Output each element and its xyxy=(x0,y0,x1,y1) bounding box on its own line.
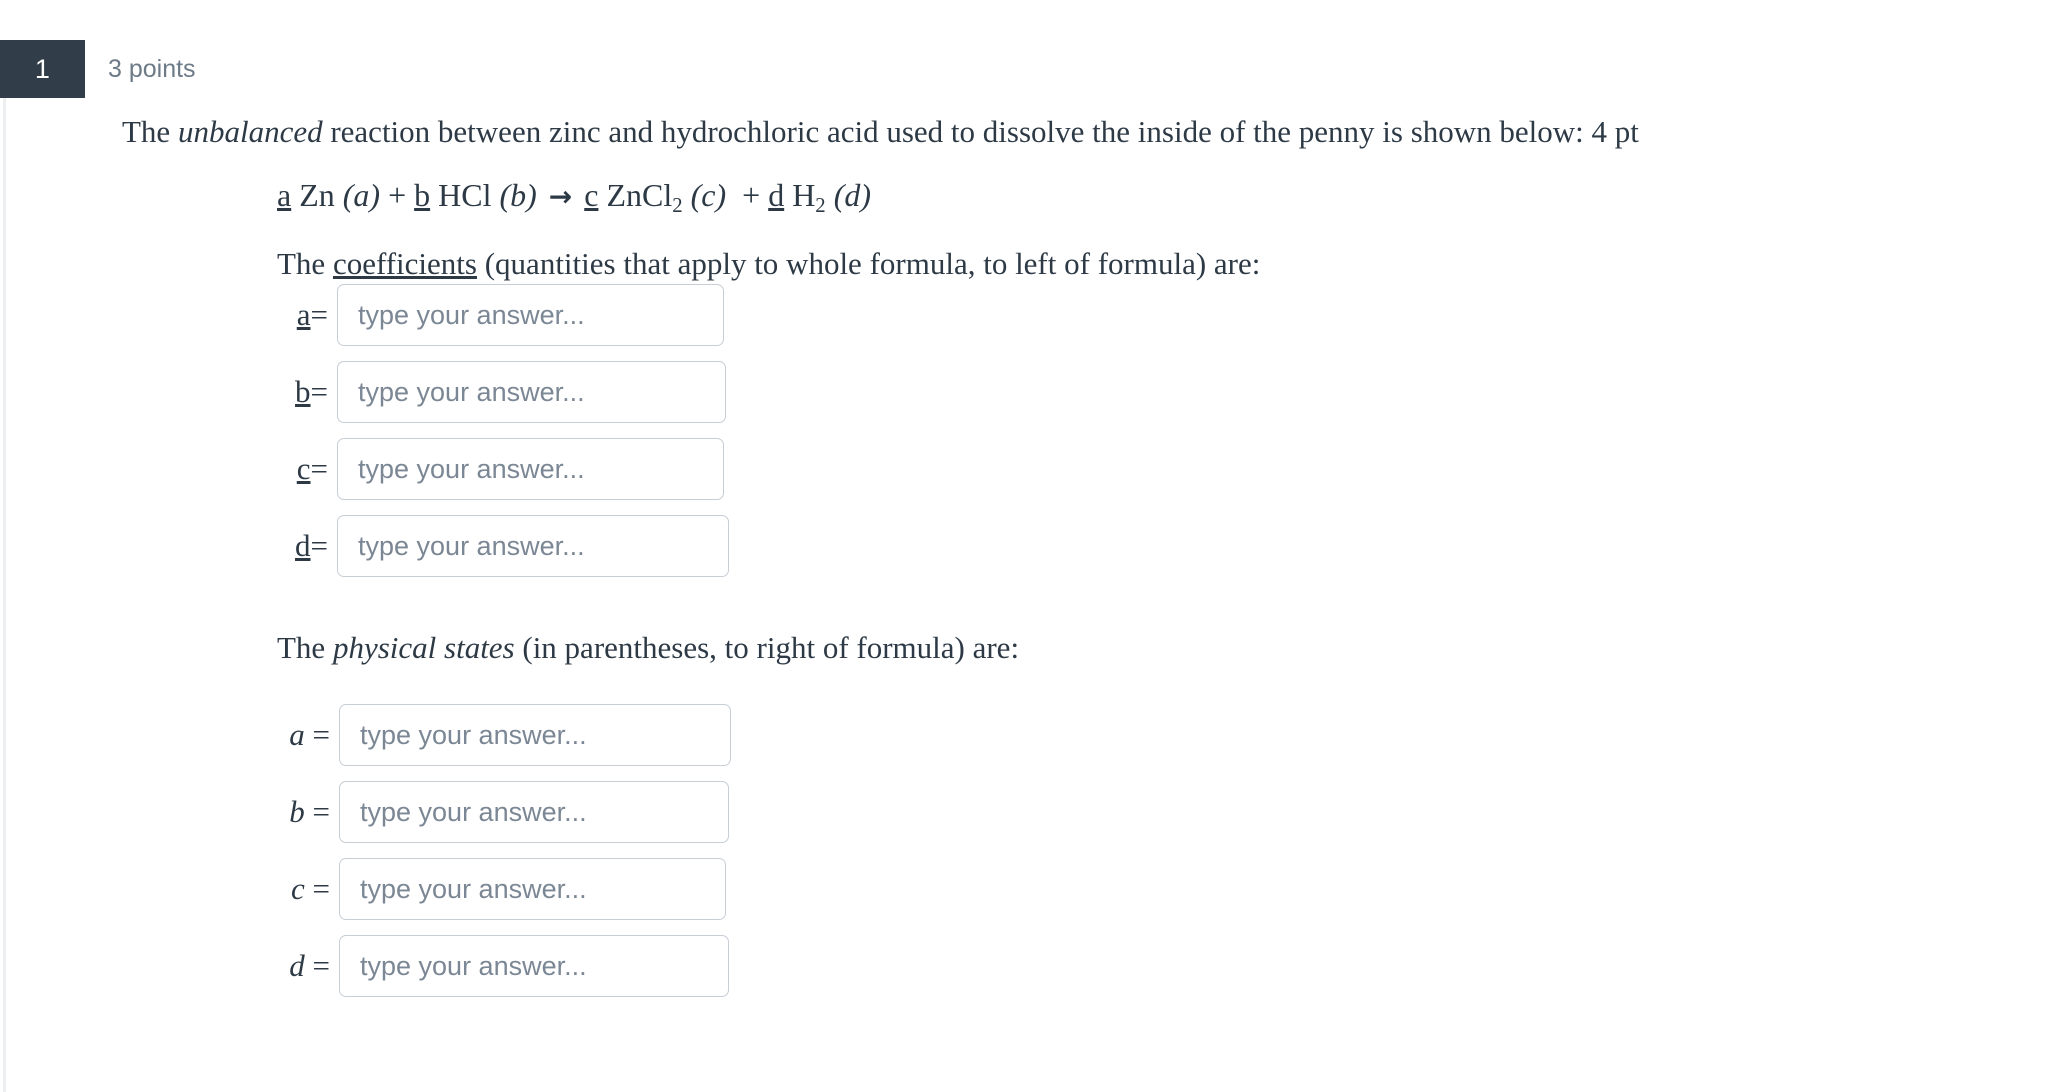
coefficient-row-c: c= xyxy=(277,438,724,500)
coefficient-label-d-letter: d xyxy=(295,528,311,563)
coefficient-input-c[interactable] xyxy=(337,438,724,500)
equation-coefficient-d: d xyxy=(768,177,785,213)
states-heading-keyword: physical states xyxy=(332,630,515,665)
state-label-d-letter: d xyxy=(289,948,305,983)
question-prompt-text: The unbalanced reaction between zinc and… xyxy=(122,112,1639,152)
state-label-a: a = xyxy=(277,717,339,753)
chemical-equation: a Zn (a) + b HCl (b) → c ZnCl2 (c) + d H… xyxy=(277,175,871,219)
coefficient-row-d: d= xyxy=(277,515,729,577)
equation-coefficient-c: c xyxy=(584,177,599,213)
coefficient-input-d[interactable] xyxy=(337,515,729,577)
coefficient-input-a[interactable] xyxy=(337,284,724,346)
equation-plus-1: + xyxy=(388,177,407,213)
prompt-text-part-2: reaction between zinc and hydrochloric a… xyxy=(322,114,1639,149)
equation-product-h2: H xyxy=(792,177,816,213)
state-row-b: b = xyxy=(277,781,729,843)
state-label-b: b = xyxy=(277,794,339,830)
states-heading-part-2: (in parentheses, to right of formula) ar… xyxy=(514,630,1020,665)
coefficient-label-c: c= xyxy=(277,451,337,487)
equation-product-zncl2-subscript: 2 xyxy=(672,193,683,217)
state-input-a[interactable] xyxy=(339,704,731,766)
coefficient-label-b-letter: b xyxy=(295,374,311,409)
state-label-c: c = xyxy=(277,871,339,907)
coefficients-heading-part-2: (quantities that apply to whole formula,… xyxy=(476,246,1261,281)
coefficient-label-c-letter: c xyxy=(296,451,311,486)
coefficient-label-d-equals: = xyxy=(310,528,328,563)
state-row-a: a = xyxy=(277,704,731,766)
left-rail-divider xyxy=(3,98,6,1092)
state-label-a-equals: = xyxy=(312,717,330,752)
state-label-b-letter: b xyxy=(289,794,305,829)
state-input-c[interactable] xyxy=(339,858,726,920)
equation-product-zncl2: ZnCl xyxy=(606,177,673,213)
equation-arrow-icon: → xyxy=(548,180,573,213)
question-header: 1 3 points xyxy=(0,40,196,98)
coefficient-label-a: a= xyxy=(277,297,337,333)
state-row-d: d = xyxy=(277,935,729,997)
coefficient-label-c-equals: = xyxy=(310,451,328,486)
prompt-text-part-1: The xyxy=(122,114,178,149)
state-row-c: c = xyxy=(277,858,726,920)
equation-state-b: (b) xyxy=(499,177,537,213)
coefficient-row-a: a= xyxy=(277,284,724,346)
equation-product-h2-subscript: 2 xyxy=(815,193,826,217)
state-label-c-equals: = xyxy=(312,871,330,906)
coefficients-heading-keyword: coefficients xyxy=(332,246,477,281)
equation-coefficient-a: a xyxy=(277,177,292,213)
coefficient-label-b: b= xyxy=(277,374,337,410)
equation-coefficient-b: b xyxy=(414,177,431,213)
equation-state-a: (a) xyxy=(342,177,381,213)
state-label-b-equals: = xyxy=(312,794,330,829)
prompt-text-emphasis: unbalanced xyxy=(177,114,323,149)
coefficient-input-b[interactable] xyxy=(337,361,726,423)
equation-reactant-zn: Zn xyxy=(299,177,335,213)
states-heading-part-1: The xyxy=(277,630,333,665)
question-points-label: 3 points xyxy=(108,54,196,83)
coefficient-row-b: b= xyxy=(277,361,726,423)
equation-reactant-hcl: HCl xyxy=(438,177,492,213)
state-label-a-letter: a xyxy=(289,717,305,752)
state-label-d-equals: = xyxy=(312,948,330,983)
coefficient-label-b-equals: = xyxy=(310,374,328,409)
states-section-heading: The physical states (in parentheses, to … xyxy=(277,628,1019,668)
question-number-badge: 1 xyxy=(0,40,85,98)
equation-plus-2: + xyxy=(742,177,761,213)
equation-state-d: (d) xyxy=(833,177,872,213)
state-input-d[interactable] xyxy=(339,935,729,997)
coefficients-heading-part-1: The xyxy=(277,246,333,281)
state-label-c-letter: c xyxy=(291,871,305,906)
state-input-b[interactable] xyxy=(339,781,729,843)
coefficient-label-d: d= xyxy=(277,528,337,564)
coefficient-label-a-equals: = xyxy=(310,297,328,332)
equation-state-c: (c) xyxy=(690,177,727,213)
coefficients-section-heading: The coefficients (quantities that apply … xyxy=(277,244,1260,284)
coefficient-label-a-letter: a xyxy=(296,297,311,332)
state-label-d: d = xyxy=(277,948,339,984)
